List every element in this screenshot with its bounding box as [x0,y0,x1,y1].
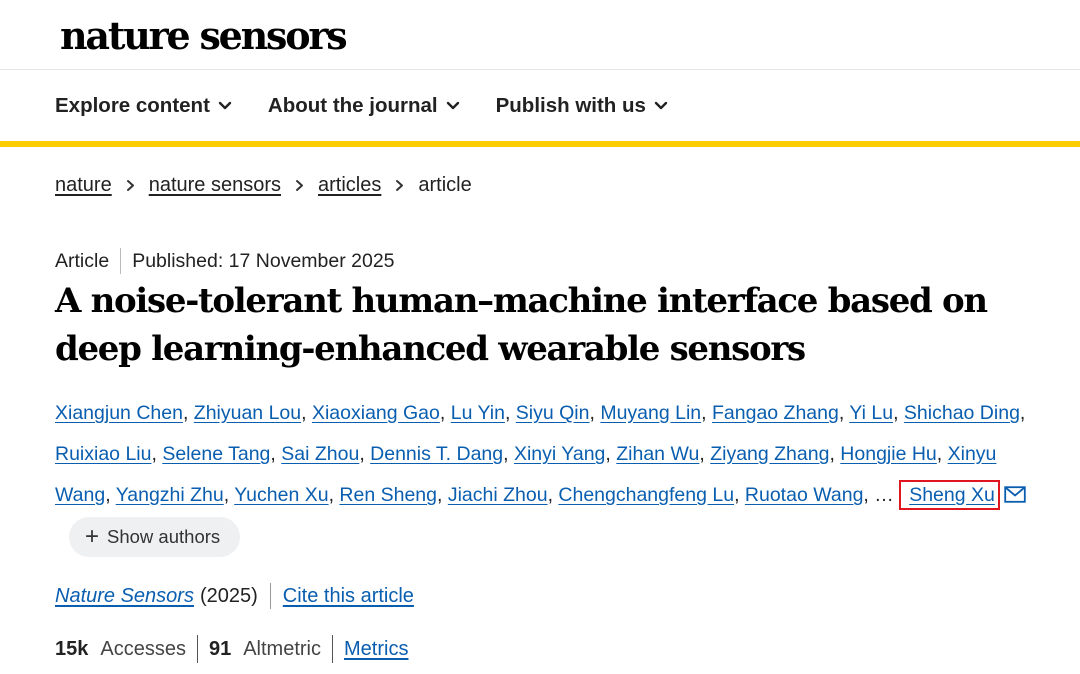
author-link[interactable]: Yi Lu [849,402,893,424]
mail-icon[interactable] [1004,486,1026,503]
chevron-right-icon [126,179,135,192]
chevron-down-icon [218,101,232,111]
author-link[interactable]: Siyu Qin [516,402,590,424]
breadcrumb-link-nature-sensors[interactable]: nature sensors [149,174,281,197]
breadcrumb-link-articles[interactable]: articles [318,174,381,197]
author-link[interactable]: Zhiyuan Lou [194,402,301,424]
author-link[interactable]: Xiaoxiang Gao [312,402,440,424]
nav-item-label: About the journal [267,94,438,117]
main-nav: Explore content About the journal Publis… [55,91,704,121]
published-date: Published: 17 November 2025 [132,249,395,272]
article-meta: Article Published: 17 November 2025 [55,248,395,274]
citation-line: Nature Sensors (2025) Cite this article [55,583,414,609]
nav-publish-with-us[interactable]: Publish with us [496,94,668,118]
nav-item-label: Publish with us [495,94,646,117]
metrics-bar: 15k Accesses 91 Altmetric Metrics [55,635,408,663]
author-list: Xiangjun Chen, Zhiyuan Lou, Xiaoxiang Ga… [55,393,1045,557]
author-link[interactable]: Xiangjun Chen [55,402,183,424]
metrics-link[interactable]: Metrics [344,638,408,661]
author-link[interactable]: Selene Tang [162,443,270,465]
article-type: Article [55,249,110,272]
author-link[interactable]: Ruixiao Liu [55,443,151,465]
chevron-down-icon [446,101,460,111]
nav-explore-content[interactable]: Explore content [55,94,232,118]
author-link[interactable]: Dennis T. Dang [370,443,503,465]
metrics-divider [332,635,334,663]
chevron-right-icon [295,179,304,192]
accesses-label: Accesses [100,637,186,660]
author-link[interactable]: Chengchangfeng Lu [558,484,734,506]
journal-link[interactable]: Nature Sensors [55,585,194,608]
breadcrumb-link-nature[interactable]: nature [55,174,112,197]
author-link[interactable]: Yangzhi Zhu [116,484,224,506]
author-link-corresponding[interactable]: Sheng Xu [909,484,995,506]
accent-bar [0,141,1080,147]
header-divider [0,69,1080,70]
author-link[interactable]: Muyang Lin [600,402,701,424]
altmetric-label: Altmetric [243,637,322,660]
metrics-divider [196,635,198,663]
accesses-count: 15k [55,637,89,660]
publication-year: (2025) [199,584,258,607]
show-authors-label: Show authors [107,526,221,548]
journal-logo[interactable]: nature sensors [60,14,348,58]
author-link[interactable]: Xinyi Yang [514,443,605,465]
author-link[interactable]: Ren Sheng [339,484,437,506]
cite-this-article-link[interactable]: Cite this article [283,585,414,608]
citation-divider [269,583,271,609]
corresponding-author-highlight: Sheng Xu [899,480,1000,510]
chevron-down-icon [654,101,668,111]
author-ellipsis: , … [863,484,894,506]
author-link[interactable]: Yuchen Xu [234,484,328,506]
article-title: A noise-tolerant human–machine interface… [55,281,988,369]
author-link[interactable]: Jiachi Zhou [448,484,548,506]
plus-icon: + [85,522,100,550]
show-authors-button[interactable]: + Show authors [69,516,241,557]
author-link[interactable]: Fangao Zhang [712,402,839,424]
author-link[interactable]: Zihan Wu [616,443,699,465]
chevron-right-icon [395,179,404,192]
altmetric-count: 91 [208,637,232,660]
author-link[interactable]: Shichao Ding [904,402,1020,424]
author-link[interactable]: Hongjie Hu [840,443,936,465]
nav-item-label: Explore content [55,94,210,117]
author-link[interactable]: Lu Yin [451,402,505,424]
meta-divider [120,248,122,274]
author-link[interactable]: Sai Zhou [281,443,359,465]
breadcrumb: nature nature sensors articles article [55,174,472,197]
nav-about-the-journal[interactable]: About the journal [268,94,460,118]
author-link[interactable]: Ruotao Wang [745,484,864,506]
author-link[interactable]: Ziyang Zhang [710,443,829,465]
breadcrumb-current: article [418,174,472,196]
